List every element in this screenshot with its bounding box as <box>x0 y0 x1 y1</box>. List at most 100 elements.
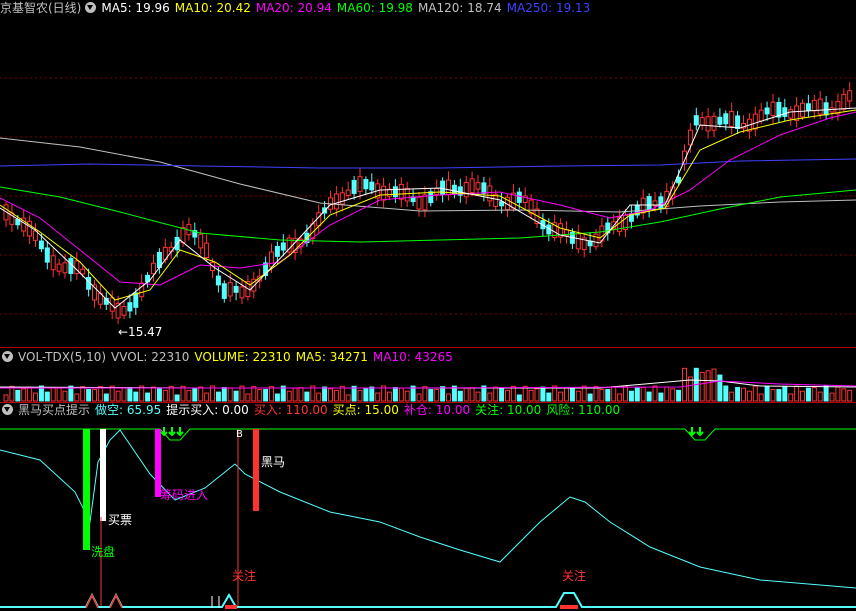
volume-bar <box>434 389 440 402</box>
candle-body <box>422 194 428 211</box>
volume-bar <box>133 391 139 402</box>
volume-bar <box>333 389 339 402</box>
volume-bar <box>575 390 581 402</box>
price-chart-pane[interactable]: 京基智农(日线) MA5: 19.96 MA10: 20.42 MA20: 20.94… <box>0 0 856 347</box>
volume-bar <box>658 392 664 402</box>
volume-bar <box>86 389 92 402</box>
volume-bar <box>634 387 640 402</box>
signal-guanzhu-label: 关注 <box>232 569 257 583</box>
volume-bar <box>422 386 428 402</box>
volume-bar <box>522 385 528 402</box>
volume-bar <box>487 392 493 402</box>
volume-bar <box>127 387 133 402</box>
candle-body <box>699 117 705 126</box>
candle-body <box>705 116 711 132</box>
volume-bar <box>628 390 634 402</box>
volume-bar <box>339 385 345 402</box>
volume-bar <box>782 386 788 402</box>
volume-bar <box>770 389 776 402</box>
heima-signal-bar <box>253 429 259 511</box>
candle-body <box>221 283 227 299</box>
volume-bar <box>62 390 68 402</box>
candle-body <box>428 191 434 204</box>
volume-bar <box>499 388 505 402</box>
volume-bar <box>835 386 841 402</box>
down-arrow-icon <box>168 427 176 437</box>
volume-bar <box>363 388 369 402</box>
volume-bar <box>528 389 534 402</box>
volume-bar <box>811 387 817 402</box>
indicator-pane[interactable]: 黑马买点提示 做空: 65.95 提示买入: 0.00 买入: 110.00 买点: 1… <box>0 402 856 611</box>
candle-body <box>121 306 127 316</box>
indicator-header: 黑马买点提示 做空: 65.95 提示买入: 0.00 买入: 110.00 买点: 1… <box>0 402 625 419</box>
signal-b-label: B <box>236 429 243 440</box>
volume-bar <box>623 385 628 402</box>
volume-bar <box>192 388 198 402</box>
volume-bar <box>788 393 794 402</box>
volume-bar <box>404 390 410 402</box>
bucang-signal-bar <box>225 605 237 609</box>
candle-body <box>841 93 847 110</box>
zuokong-value: 做空: 65.95 <box>95 403 162 417</box>
candle-body <box>805 103 811 111</box>
candle-body <box>434 188 440 195</box>
volume-bar <box>97 386 103 402</box>
candle-body <box>198 233 204 249</box>
volume-bar <box>746 390 752 402</box>
indicator-chart[interactable] <box>0 402 856 611</box>
volume-bar <box>9 385 15 402</box>
volume-bar <box>215 391 221 402</box>
volume-bar <box>599 389 605 402</box>
candle-body <box>847 90 853 102</box>
volume-bar <box>676 389 682 402</box>
signal-chouma-label: 筹码进入 <box>160 488 209 502</box>
vvol-value: VVOL: 22310 <box>111 350 190 364</box>
candle-body <box>800 102 805 118</box>
candle-body <box>50 255 56 271</box>
volume-bar <box>44 391 50 402</box>
candle-body <box>127 302 133 312</box>
volume-bar <box>198 386 204 402</box>
volume-bar <box>322 386 328 402</box>
volume-bar <box>534 388 540 402</box>
candle-body <box>398 183 404 200</box>
volume-bar <box>145 392 151 402</box>
volume-bar <box>351 385 357 402</box>
vol-ma5-value: MA5: 34271 <box>295 350 368 364</box>
candle-body <box>729 111 735 127</box>
candle-body <box>56 263 62 272</box>
volume-bar <box>711 368 717 402</box>
volume-bar <box>593 386 599 402</box>
volume-bar <box>162 389 168 402</box>
volume-bar <box>605 389 611 402</box>
volume-bar <box>652 385 658 402</box>
volume-bar <box>670 388 676 402</box>
tishi-value: 提示买入: 0.00 <box>166 403 249 417</box>
volume-bar <box>617 393 623 402</box>
candle-body <box>80 268 86 275</box>
chevron-down-icon[interactable] <box>2 351 13 362</box>
candlestick-chart[interactable] <box>0 0 856 347</box>
volume-bar <box>80 386 86 402</box>
chevron-down-icon[interactable] <box>2 404 13 415</box>
volume-bar <box>723 385 729 402</box>
volume-bar <box>717 374 723 402</box>
volume-bar <box>316 392 322 402</box>
candle-body <box>227 282 233 297</box>
volume-bar <box>540 386 546 402</box>
candle-body <box>770 101 776 117</box>
volume-bar <box>392 387 398 402</box>
candle-body <box>794 105 800 121</box>
volume-bar <box>446 393 451 402</box>
ma5-value: MA5: 19.96 <box>101 1 170 15</box>
volume-bar <box>56 387 62 402</box>
maipiao-signal-bar <box>100 429 106 521</box>
volume-bar <box>298 387 304 402</box>
bucang-value: 补仓: 10.00 <box>403 403 471 417</box>
candle-body <box>723 113 729 125</box>
candle-body <box>333 193 339 210</box>
chevron-down-icon[interactable] <box>85 2 97 13</box>
volume-bar <box>3 394 9 402</box>
candle-body <box>239 286 245 299</box>
volume-chart-pane[interactable]: VOL-TDX(5,10) VVOL: 22310 VOLUME: 22310 MA5… <box>0 347 856 402</box>
